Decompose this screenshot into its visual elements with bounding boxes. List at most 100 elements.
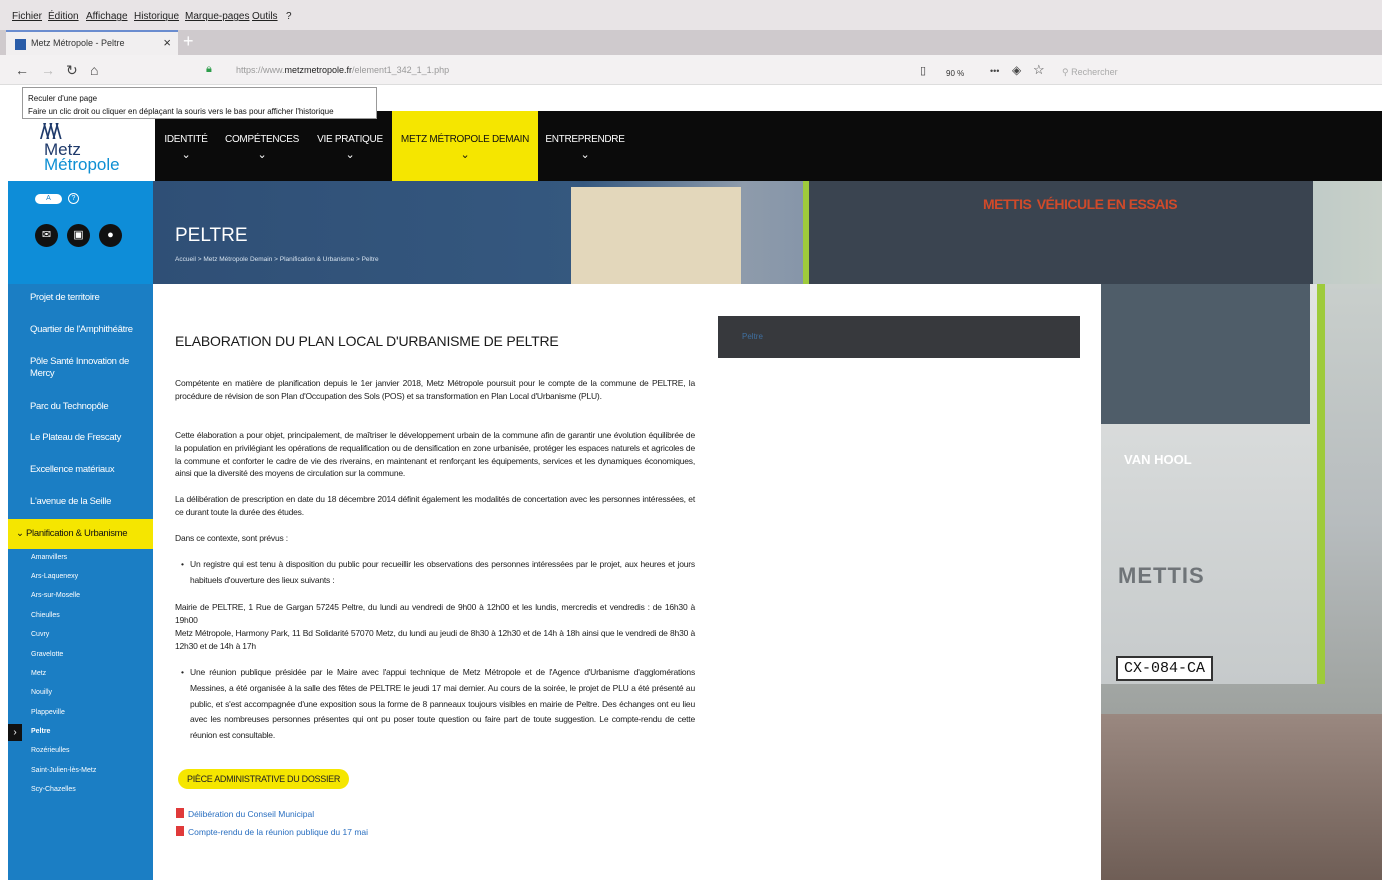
favicon-icon: [15, 39, 26, 50]
nav-label: METZ MÉTROPOLE DEMAIN: [400, 134, 530, 145]
tab-title: Metz Métropole - Peltre: [31, 38, 125, 48]
menu-outils[interactable]: Outils: [252, 11, 278, 22]
sidebar-item-frescaty[interactable]: Le Plateau de Frescaty: [30, 432, 121, 444]
subitem-metz[interactable]: Metz: [31, 670, 46, 677]
document-link-label: Compte-rendu de la réunion publique du 1…: [188, 827, 369, 837]
newsletter-icon[interactable]: ▣: [67, 224, 90, 247]
article-heading: ELABORATION DU PLAN LOCAL D'URBANISME DE…: [175, 333, 559, 349]
subitem-rozerieulles[interactable]: Rozérieulles: [31, 747, 70, 754]
menu-historique[interactable]: Historique: [134, 11, 179, 22]
bus-window-image: [1100, 284, 1310, 424]
sidebar-item-technopole[interactable]: Parc du Technopôle: [30, 401, 109, 413]
home-icon[interactable]: ⌂: [90, 62, 98, 78]
sidebar-item-amphitheatre[interactable]: Quartier de l'Amphithéâtre: [30, 324, 133, 336]
license-plate: CX-084-CA: [1116, 656, 1213, 681]
chevron-down-icon: ⌄: [460, 149, 470, 161]
help-icon[interactable]: ?: [68, 193, 79, 204]
document-link[interactable]: Délibération du Conseil Municipal: [176, 808, 314, 819]
browser-tabbar: Metz Métropole - Peltre × +: [0, 30, 1382, 55]
reader-view-icon[interactable]: ▯: [920, 64, 926, 77]
location-pin-icon[interactable]: ●: [99, 224, 122, 247]
search-input[interactable]: ⚲ Rechercher: [1062, 67, 1118, 78]
dossier-section-badge: PIÈCE ADMINISTRATIVE DU DOSSIER: [178, 769, 350, 789]
lock-icon: 🔒︎: [206, 63, 212, 75]
browser-menubar: Fichier Édition Affichage Historique Mar…: [0, 0, 1382, 30]
paragraph: Metz Métropole, Harmony Park, 11 Bd Soli…: [175, 628, 695, 651]
subitem-ars-laquenexy[interactable]: Ars-Laquenexy: [31, 573, 78, 580]
chevron-down-icon: ⌄: [345, 149, 355, 161]
document-link[interactable]: Compte-rendu de la réunion publique du 1…: [176, 826, 368, 837]
back-arrow-icon[interactable]: ←: [15, 62, 29, 78]
nav-entreprendre[interactable]: ENTREPRENDRE ⌄: [542, 111, 628, 181]
subitem-nouilly[interactable]: Nouilly: [31, 689, 52, 696]
hero-building-image: [571, 187, 741, 284]
menu-aide[interactable]: ?: [286, 11, 292, 22]
chevron-down-icon: ⌄: [580, 149, 590, 161]
paragraph: La délibération de prescription en date …: [175, 494, 695, 517]
logo-line2: Métropole: [44, 155, 120, 174]
search-icon: ⚲: [1062, 67, 1072, 77]
side-info-box: Peltre: [718, 316, 1080, 358]
mail-icon[interactable]: ✉: [35, 224, 58, 247]
menu-affichage[interactable]: Affichage: [86, 11, 128, 22]
sidebar-tools: A ? ✉ ▣ ●: [8, 181, 153, 284]
breadcrumb[interactable]: Accueil > Metz Métropole Demain > Planif…: [175, 256, 379, 263]
current-page-marker-icon: ›: [8, 724, 22, 741]
bookmark-star-icon[interactable]: ☆: [1033, 62, 1045, 78]
subitem-gravelotte[interactable]: Gravelotte: [31, 651, 63, 658]
pdf-icon: [176, 826, 184, 836]
browser-tab[interactable]: Metz Métropole - Peltre ×: [6, 30, 178, 55]
subitem-chieulles[interactable]: Chieulles: [31, 612, 60, 619]
tooltip-title: Reculer d'une page: [28, 94, 98, 103]
nav-competences[interactable]: COMPÉTENCES ⌄: [222, 111, 302, 181]
sidebar-item-planification[interactable]: ⌄ Planification & Urbanisme: [8, 519, 153, 549]
sidebar-item-seille[interactable]: L'avenue de la Seille: [30, 496, 111, 508]
document-link-label: Délibération du Conseil Municipal: [188, 809, 315, 819]
menu-marque-pages[interactable]: Marque-pages: [185, 11, 249, 22]
subitem-scy-chazelles[interactable]: Scy-Chazelles: [31, 786, 76, 793]
page-title: PELTRE: [175, 225, 248, 246]
paragraph: Mairie de PELTRE, 1 Rue de Gargan 57245 …: [175, 602, 695, 625]
nav-vie-pratique[interactable]: VIE PRATIQUE ⌄: [312, 111, 388, 181]
paragraph: Dans ce contexte, sont prévus :: [175, 533, 288, 543]
menu-fichier[interactable]: Fichier: [12, 11, 42, 22]
address-bar[interactable]: 🔒︎ https://www.metzmetropole.fr/element1…: [200, 60, 900, 80]
bullet-paragraph: Une réunion publique présidée par le Mai…: [190, 667, 695, 741]
nav-metz-metropole-demain[interactable]: METZ MÉTROPOLE DEMAIN ⌄: [392, 111, 538, 181]
sidebar-item-projet[interactable]: Projet de territoire: [30, 292, 100, 304]
hero-banner: METTIS VÉHICULE EN ESSAIS: [153, 181, 1382, 284]
pdf-icon: [176, 808, 184, 818]
subitem-saint-julien[interactable]: Saint-Julien-lès-Metz: [31, 767, 96, 774]
subitem-amanvillers[interactable]: Amanvillers: [31, 554, 67, 561]
site-logo[interactable]: /\/\/\ Metz Métropole: [0, 111, 155, 181]
bullet-paragraph: Un registre qui est tenu à disposition d…: [190, 559, 695, 585]
tooltip-hint: Faire un clic droit ou cliquer en déplaç…: [28, 107, 334, 116]
pocket-icon[interactable]: ◈: [1012, 63, 1021, 77]
accessibility-toggle[interactable]: A: [35, 194, 62, 204]
sidebar-active-label: Planification & Urbanisme: [26, 528, 128, 539]
nav-identite[interactable]: IDENTITÉ ⌄: [160, 111, 212, 181]
reload-icon[interactable]: ↻: [66, 62, 78, 79]
subitem-peltre[interactable]: Peltre: [31, 728, 50, 735]
browser-navbar: ← → ↻ ⌂ 🔒︎ https://www.metzmetropole.fr/…: [0, 55, 1382, 85]
forward-arrow-icon[interactable]: →: [41, 62, 55, 78]
url-text: https://www.metzmetropole.fr/element1_34…: [236, 65, 450, 75]
page-actions-icon[interactable]: •••: [990, 66, 999, 76]
subitem-plappeville[interactable]: Plappeville: [31, 709, 65, 716]
bus-destination-sign: METTIS VÉHICULE EN ESSAIS: [983, 196, 1178, 212]
bullet-icon: •: [181, 559, 184, 569]
close-tab-icon[interactable]: ×: [163, 35, 171, 50]
subitem-ars-sur-moselle[interactable]: Ars-sur-Moselle: [31, 592, 80, 599]
nav-label: VIE PRATIQUE: [317, 134, 383, 145]
pavement-image: [1100, 714, 1382, 880]
nav-label: IDENTITÉ: [164, 134, 208, 145]
sidebar-item-pole-sante[interactable]: Pôle Santé Innovation de Mercy: [30, 356, 145, 380]
subitem-cuvry[interactable]: Cuvry: [31, 631, 49, 638]
sidebar-item-excellence[interactable]: Excellence matériaux: [30, 464, 115, 476]
nav-label: COMPÉTENCES: [225, 134, 299, 145]
menu-edition[interactable]: Édition: [48, 11, 79, 22]
new-tab-button[interactable]: +: [183, 31, 194, 52]
zoom-level[interactable]: 90 %: [946, 69, 964, 78]
nav-label: ENTREPRENDRE: [545, 134, 625, 145]
back-tooltip: Reculer d'une page Faire un clic droit o…: [22, 87, 377, 119]
